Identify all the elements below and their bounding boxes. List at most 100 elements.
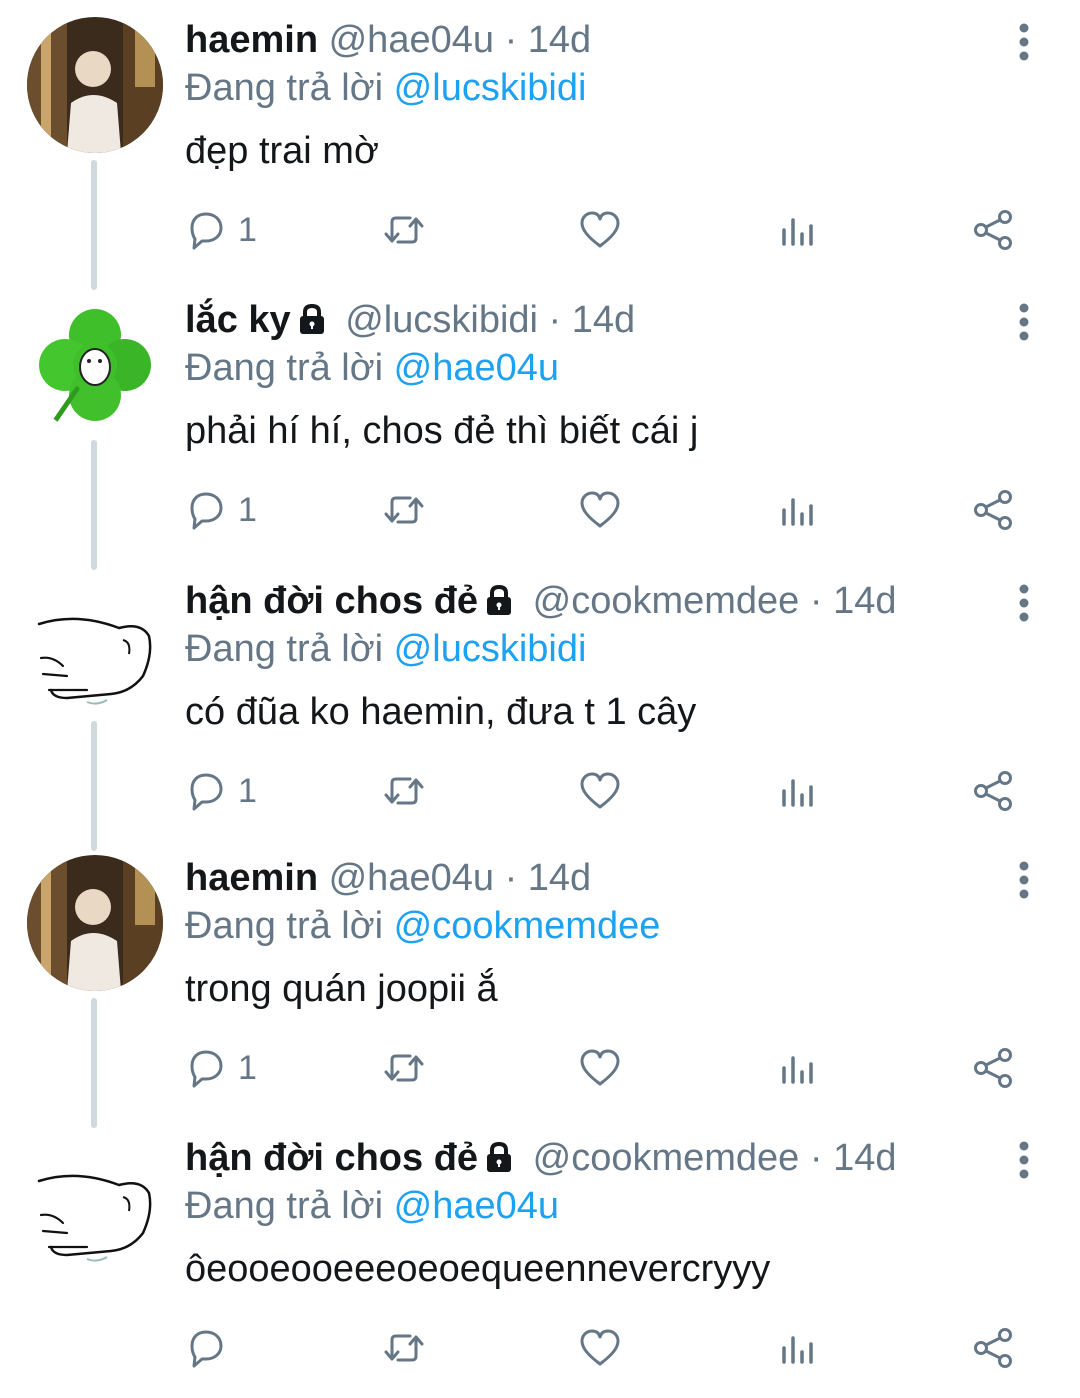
replying-to-label: Đang trả lời [185, 67, 384, 109]
bar-chart-icon [782, 498, 813, 526]
tweet-header: lắc ky @lucskibidi · 14d [185, 296, 635, 344]
reply-button[interactable]: 1 [184, 486, 257, 534]
avatar[interactable] [27, 1135, 163, 1271]
share-icon [974, 1328, 1012, 1368]
handle[interactable]: @cookmemdee [533, 1137, 800, 1179]
photo-avatar-icon [27, 855, 163, 991]
reply-icon [190, 773, 223, 811]
retweet-button[interactable] [382, 486, 426, 534]
share-icon [974, 1048, 1012, 1088]
sketch-avatar-icon [27, 578, 163, 714]
tweet[interactable]: haemin @hae04u · 14d Đang trả lời @lucsk… [0, 0, 1080, 290]
heart-icon [580, 491, 620, 528]
more-options-button[interactable] [1008, 22, 1040, 62]
reply-button[interactable]: 1 [184, 767, 257, 815]
more-options-button[interactable] [1008, 583, 1040, 623]
more-vertical-icon [1019, 1141, 1029, 1179]
tweet-text: phải hí hí, chos đẻ thì biết cái j [185, 410, 699, 452]
display-name[interactable]: haemin [185, 19, 318, 61]
tweet-header: haemin @hae04u · 14d [185, 16, 591, 64]
more-options-button[interactable] [1008, 302, 1040, 342]
lock-icon [482, 1140, 516, 1174]
lock-icon [295, 302, 329, 336]
share-button[interactable] [972, 486, 1016, 534]
tweet-header: hận đời chos đẻ @cookmemdee · 14d [185, 1134, 897, 1182]
share-button[interactable] [972, 1044, 1016, 1092]
replying-to-label: Đang trả lời [185, 905, 384, 947]
tweet[interactable]: hận đời chos đẻ @cookmemdee · 14d Đang t… [0, 1118, 1080, 1398]
handle[interactable]: @cookmemdee [533, 580, 800, 622]
more-vertical-icon [1019, 23, 1029, 61]
retweet-button[interactable] [382, 1044, 426, 1092]
retweet-button[interactable] [382, 767, 426, 815]
thread-line [91, 721, 97, 851]
mention-link[interactable]: @hae04u [394, 347, 559, 389]
share-button[interactable] [972, 206, 1016, 254]
heart-icon [580, 1329, 620, 1366]
reply-icon [190, 212, 223, 250]
reply-button[interactable]: 1 [184, 1044, 257, 1092]
mention-link[interactable]: @lucskibidi [394, 628, 587, 670]
thread-line [91, 998, 97, 1128]
replying-to: Đang trả lời @cookmemdee [185, 902, 660, 950]
reply-icon [190, 492, 223, 530]
like-button[interactable] [578, 1324, 622, 1372]
like-button[interactable] [578, 486, 622, 534]
timestamp[interactable]: · 14d [549, 299, 636, 341]
share-icon [974, 771, 1012, 811]
mention-link[interactable]: @cookmemdee [394, 905, 661, 947]
handle[interactable]: @hae04u [329, 19, 494, 61]
thread-line [91, 160, 97, 290]
thread-line [91, 440, 97, 570]
timestamp[interactable]: · 14d [505, 857, 592, 899]
display-name[interactable]: hận đời chos đẻ [185, 580, 478, 622]
heart-icon [580, 211, 620, 248]
reply-button[interactable] [184, 1324, 238, 1372]
bar-chart-icon [782, 218, 813, 246]
retweet-button[interactable] [382, 1324, 426, 1372]
timestamp[interactable]: · 14d [505, 19, 592, 61]
tweet[interactable]: haemin @hae04u · 14d Đang trả lời @cookm… [0, 838, 1080, 1128]
views-button[interactable] [776, 1044, 820, 1092]
more-options-button[interactable] [1008, 860, 1040, 900]
timestamp[interactable]: · 14d [810, 1137, 897, 1179]
timestamp[interactable]: · 14d [810, 580, 897, 622]
reply-count: 1 [238, 210, 257, 249]
mention-link[interactable]: @hae04u [394, 1185, 559, 1227]
like-button[interactable] [578, 206, 622, 254]
display-name[interactable]: hận đời chos đẻ [185, 1137, 478, 1179]
reply-count: 1 [238, 490, 257, 529]
avatar[interactable] [27, 855, 163, 991]
tweet[interactable]: hận đời chos đẻ @cookmemdee · 14d Đang t… [0, 561, 1080, 851]
views-button[interactable] [776, 206, 820, 254]
retweet-button[interactable] [382, 206, 426, 254]
views-button[interactable] [776, 767, 820, 815]
replying-to-label: Đang trả lời [185, 347, 384, 389]
retweet-icon [384, 496, 424, 524]
avatar[interactable] [27, 17, 163, 153]
views-button[interactable] [776, 486, 820, 534]
reply-button[interactable]: 1 [184, 206, 257, 254]
share-button[interactable] [972, 767, 1016, 815]
like-button[interactable] [578, 1044, 622, 1092]
bar-chart-icon [782, 1056, 813, 1084]
display-name[interactable]: lắc ky [185, 299, 291, 341]
handle[interactable]: @hae04u [329, 857, 494, 899]
share-button[interactable] [972, 1324, 1016, 1372]
like-button[interactable] [578, 767, 622, 815]
replying-to: Đang trả lời @hae04u [185, 344, 559, 392]
more-options-button[interactable] [1008, 1140, 1040, 1180]
tweet-text: có đũa ko haemin, đưa t 1 cây [185, 691, 697, 733]
reply-count: 1 [238, 771, 257, 810]
tweet[interactable]: lắc ky @lucskibidi · 14d Đang trả lời @h… [0, 280, 1080, 570]
mention-link[interactable]: @lucskibidi [394, 67, 587, 109]
avatar[interactable] [27, 578, 163, 714]
handle[interactable]: @lucskibidi [345, 299, 538, 341]
replying-to-label: Đang trả lời [185, 628, 384, 670]
display-name[interactable]: haemin [185, 857, 318, 899]
reply-thread: haemin @hae04u · 14d Đang trả lời @lucsk… [0, 0, 1080, 1377]
views-button[interactable] [776, 1324, 820, 1372]
bar-chart-icon [782, 1336, 813, 1364]
avatar[interactable] [27, 297, 163, 433]
replying-to: Đang trả lời @lucskibidi [185, 64, 586, 112]
